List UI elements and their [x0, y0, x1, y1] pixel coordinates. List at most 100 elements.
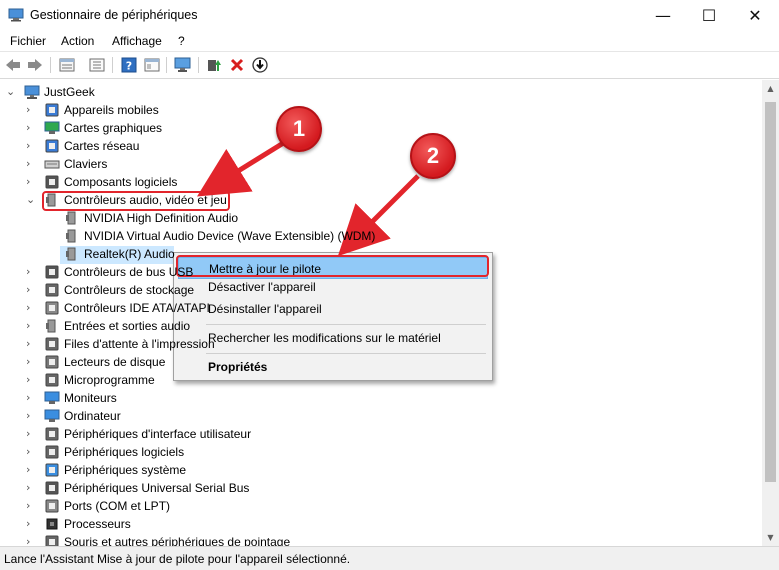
close-button[interactable]: ✕	[732, 0, 778, 30]
tree-item[interactable]: › Claviers	[0, 155, 762, 173]
scan-hardware-icon[interactable]	[174, 56, 192, 74]
tree-item[interactable]: › Contrôleurs IDE ATA/ATAPI	[0, 299, 762, 317]
scroll-down-arrow-icon[interactable]: ▼	[762, 529, 779, 546]
port-icon	[45, 499, 59, 513]
expand-chevron-icon[interactable]: ›	[26, 410, 36, 422]
tree-item[interactable]: › Périphériques système	[0, 461, 762, 479]
forward-icon[interactable]	[26, 56, 44, 74]
display-adapter-icon	[44, 121, 60, 134]
back-icon[interactable]	[4, 56, 22, 74]
expand-chevron-icon[interactable]: ›	[26, 392, 36, 404]
toolbar-separator	[50, 57, 51, 73]
menu-fichier[interactable]: Fichier	[10, 34, 46, 48]
help-icon[interactable]: ?	[120, 56, 138, 74]
tree-root[interactable]: ⌄ JustGeek	[0, 83, 762, 101]
maximize-button[interactable]: ☐	[686, 0, 732, 30]
tree-item-label: Microprogramme	[64, 373, 155, 387]
tree-item[interactable]: › Files d'attente à l'impression	[0, 335, 762, 353]
tree-item[interactable]: › Microprogramme	[0, 371, 762, 389]
monitor-icon	[44, 391, 60, 404]
download-icon[interactable]	[251, 56, 269, 74]
tree-item-label: Composants logiciels	[64, 175, 178, 189]
status-bar: Lance l'Assistant Mise à jour de pilote …	[0, 546, 779, 570]
minimize-button[interactable]: —	[640, 0, 686, 30]
expand-chevron-icon[interactable]: ›	[26, 302, 36, 314]
expand-chevron-icon[interactable]: ›	[26, 284, 36, 296]
scrollbar-thumb[interactable]	[765, 102, 776, 482]
expand-chevron-icon[interactable]: ›	[26, 176, 36, 188]
usb-icon	[45, 265, 59, 279]
expand-chevron-icon[interactable]: ›	[26, 500, 36, 512]
tree-item[interactable]: › Processeurs	[0, 515, 762, 533]
tree-item-label: Moniteurs	[64, 391, 117, 405]
expand-chevron-icon[interactable]: ›	[26, 482, 36, 494]
tree-item-label: Processeurs	[64, 517, 131, 531]
expand-chevron-icon[interactable]: ›	[26, 338, 36, 350]
tree-item[interactable]: › Contrôleurs de bus USB	[0, 263, 762, 281]
tree-item[interactable]: › Périphériques d'interface utilisateur	[0, 425, 762, 443]
scroll-up-arrow-icon[interactable]: ▲	[762, 80, 779, 97]
mobile-device-icon	[45, 103, 59, 117]
tree-item[interactable]: NVIDIA Virtual Audio Device (Wave Extens…	[0, 227, 762, 245]
collapse-chevron-icon[interactable]: ⌄	[6, 86, 16, 98]
expand-chevron-icon[interactable]: ›	[26, 122, 36, 134]
expand-chevron-icon[interactable]: ›	[26, 104, 36, 116]
view-icon[interactable]	[143, 56, 161, 74]
hid-icon	[45, 427, 59, 441]
expand-chevron-icon[interactable]: ›	[26, 140, 36, 152]
keyboard-icon	[44, 160, 60, 169]
ide-icon	[45, 301, 59, 315]
tree-item-label: Contrôleurs de bus USB	[64, 265, 194, 279]
tree-item-label: Souris et autres périphériques de pointa…	[64, 535, 291, 546]
tree-item[interactable]: ⌄ Contrôleurs audio, vidéo et jeu	[0, 191, 762, 209]
toolbar-separator	[166, 57, 167, 73]
usb-device-icon	[45, 481, 59, 495]
properties-icon[interactable]	[58, 56, 76, 74]
tree-item[interactable]: › Périphériques logiciels	[0, 443, 762, 461]
processor-icon	[46, 518, 58, 530]
expand-chevron-icon[interactable]: ›	[26, 320, 36, 332]
toolbar: ?	[0, 52, 779, 79]
tree-item[interactable]: › Contrôleurs de stockage	[0, 281, 762, 299]
update-driver-icon[interactable]	[205, 56, 223, 74]
tree-item[interactable]: Realtek(R) Audio	[0, 245, 762, 263]
view-list-icon[interactable]	[88, 56, 106, 74]
expand-chevron-icon[interactable]: ›	[26, 374, 36, 386]
device-tree: ⌄ JustGeek › Appareils mobiles › Cartes gra…	[0, 80, 762, 546]
menu-help[interactable]: ?	[178, 34, 185, 48]
storage-controller-icon	[45, 283, 59, 297]
system-device-icon	[45, 463, 59, 477]
vertical-scrollbar[interactable]: ▲ ▼	[762, 80, 779, 546]
expand-chevron-icon[interactable]: ›	[26, 158, 36, 170]
tree-item[interactable]: › Entrées et sorties audio	[0, 317, 762, 335]
software-device-icon	[45, 445, 59, 459]
collapse-chevron-icon[interactable]: ⌄	[26, 194, 36, 206]
expand-chevron-icon[interactable]: ›	[26, 464, 36, 476]
tree-item[interactable]: › Lecteurs de disque	[0, 353, 762, 371]
tree-item[interactable]: › Ports (COM et LPT)	[0, 497, 762, 515]
tree-item[interactable]: › Périphériques Universal Serial Bus	[0, 479, 762, 497]
toolbar-separator	[198, 57, 199, 73]
tree-item[interactable]: › Composants logiciels	[0, 173, 762, 191]
tree-item[interactable]: › Appareils mobiles	[0, 101, 762, 119]
tree-item[interactable]: › Moniteurs	[0, 389, 762, 407]
tree-item[interactable]: NVIDIA High Definition Audio	[0, 209, 762, 227]
expand-chevron-icon[interactable]: ›	[26, 266, 36, 278]
menu-action[interactable]: Action	[61, 34, 94, 48]
uninstall-icon[interactable]	[228, 56, 246, 74]
expand-chevron-icon[interactable]: ›	[26, 518, 36, 530]
tree-item-label: Appareils mobiles	[64, 103, 159, 117]
tree-item[interactable]: › Souris et autres périphériques de point…	[0, 533, 762, 546]
tree-item[interactable]: › Cartes réseau	[0, 137, 762, 155]
menu-affichage[interactable]: Affichage	[112, 34, 162, 48]
tree-item[interactable]: › Ordinateur	[0, 407, 762, 425]
expand-chevron-icon[interactable]: ›	[26, 446, 36, 458]
window-title: Gestionnaire de périphériques	[30, 8, 198, 22]
tree-item-label: Files d'attente à l'impression	[64, 337, 215, 351]
expand-chevron-icon[interactable]: ›	[26, 428, 36, 440]
tree-item[interactable]: › Cartes graphiques	[0, 119, 762, 137]
expand-chevron-icon[interactable]: ›	[26, 536, 36, 547]
speaker-icon	[46, 193, 56, 207]
expand-chevron-icon[interactable]: ›	[26, 356, 36, 368]
tree-item-label: Ports (COM et LPT)	[64, 499, 171, 513]
